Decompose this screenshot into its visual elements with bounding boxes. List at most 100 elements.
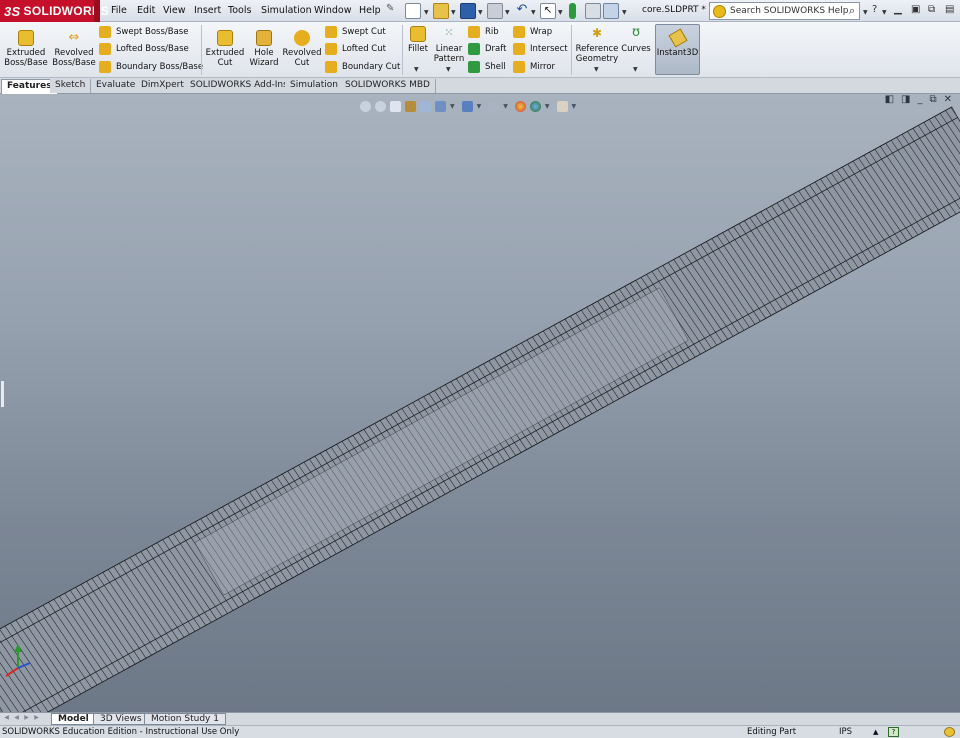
undo-dropdown-arrow[interactable]: ▼ (531, 9, 536, 16)
tab-simulation[interactable]: Simulation (285, 79, 344, 93)
extruded-boss-button[interactable]: Extruded Boss/Base (4, 30, 48, 68)
revolved-cut-button[interactable]: Revolved Cut (282, 30, 322, 68)
draft-button[interactable]: Draft (468, 42, 506, 56)
graphics-area[interactable]: ▼ ▼ ▼ ▼ ▼ ◧ ◨ _ ⧉ ✕ (0, 94, 960, 712)
restore-icon[interactable]: ▣ (911, 4, 920, 15)
swept-boss-button[interactable]: Swept Boss/Base (99, 25, 188, 39)
tile-icon[interactable]: ⧉ (928, 4, 935, 15)
options-dropdown-arrow[interactable]: ▼ (622, 9, 627, 16)
rib-button[interactable]: Rib (468, 25, 499, 39)
select-dropdown-arrow[interactable]: ▼ (558, 9, 563, 16)
menu-insert[interactable]: Insert (194, 5, 221, 16)
hide-show-dropdown[interactable]: ▼ (503, 103, 508, 110)
intersect-button[interactable]: Intersect (513, 42, 568, 56)
options-icon[interactable] (603, 3, 619, 19)
tab-addins[interactable]: SOLIDWORKS Add-Ins (185, 79, 294, 93)
file-properties-icon[interactable] (585, 3, 601, 19)
view-settings-icon[interactable] (556, 100, 568, 112)
solidworks-logo[interactable]: 3S SOLIDWORKS (0, 0, 109, 22)
help-icon[interactable]: ? (888, 727, 899, 737)
fillet-dropdown-arrow[interactable]: ▼ (414, 66, 419, 73)
tab-3d-views[interactable]: 3D Views (93, 713, 149, 725)
boundary-boss-button[interactable]: Boundary Boss/Base (99, 60, 203, 74)
zoom-to-area-icon[interactable] (375, 100, 386, 112)
hide-show-items-icon[interactable] (488, 100, 500, 112)
viewport-minimize-icon[interactable]: _ (917, 94, 922, 105)
view-settings-dropdown[interactable]: ▼ (572, 103, 577, 110)
menu-view[interactable]: View (163, 5, 186, 16)
first-tab-arrow[interactable]: ◀ (2, 714, 11, 724)
view-orientation-icon[interactable] (435, 100, 446, 112)
magnifier-icon[interactable]: ⌕ (849, 4, 855, 18)
curves-button[interactable]: ʊ Curves (621, 26, 651, 55)
hole-wizard-button[interactable]: Hole Wizard (246, 30, 282, 68)
lofted-cut-button[interactable]: Lofted Cut (325, 42, 386, 56)
lofted-boss-button[interactable]: Lofted Boss/Base (99, 42, 189, 56)
previous-view-icon[interactable] (390, 100, 401, 112)
minimize-icon[interactable]: ▁ (894, 4, 902, 15)
next-tab-arrow[interactable]: ▶ (22, 714, 31, 724)
wrap-button[interactable]: Wrap (513, 25, 552, 39)
curves-dropdown-arrow[interactable]: ▼ (633, 66, 638, 73)
extruded-cut-button[interactable]: Extruded Cut (204, 30, 246, 68)
apply-scene-icon[interactable] (529, 100, 541, 112)
print-icon[interactable] (487, 3, 503, 19)
viewport-single-icon[interactable]: ◨ (901, 94, 910, 105)
open-icon[interactable] (433, 3, 449, 19)
viewport-split-icon[interactable]: ◧ (885, 94, 894, 105)
print-dropdown-arrow[interactable]: ▼ (505, 9, 510, 16)
menu-tools[interactable]: Tools (228, 5, 251, 16)
reference-geometry-button[interactable]: ✱ Reference Geometry (575, 26, 619, 64)
question-icon[interactable]: ? (872, 4, 877, 15)
open-dropdown-arrow[interactable]: ▼ (451, 9, 456, 16)
new-dropdown-arrow[interactable]: ▼ (424, 9, 429, 16)
section-view-icon[interactable] (405, 100, 416, 112)
pattern-dropdown-arrow[interactable]: ▼ (446, 66, 451, 73)
save-icon[interactable] (460, 3, 476, 19)
feature-manager-handle[interactable] (0, 380, 5, 408)
new-document-icon[interactable] (405, 3, 421, 19)
undo-icon[interactable]: ↶ (514, 3, 530, 19)
fillet-button[interactable]: Fillet (405, 26, 431, 54)
boundary-cut-button[interactable]: Boundary Cut (325, 60, 400, 74)
view-orientation-dropdown[interactable]: ▼ (450, 103, 455, 110)
menu-file[interactable]: File (111, 5, 127, 16)
revolved-boss-button[interactable]: ⇔ Revolved Boss/Base (52, 30, 96, 68)
tab-model[interactable]: Model (51, 713, 96, 725)
mirror-button[interactable]: Mirror (513, 60, 555, 74)
close-icon[interactable]: ▤ (945, 4, 954, 15)
edit-appearance-icon[interactable] (514, 100, 526, 112)
scene-dropdown[interactable]: ▼ (545, 103, 550, 110)
rebuild-icon[interactable] (569, 3, 576, 19)
reference-dropdown-arrow[interactable]: ▼ (594, 66, 599, 73)
shell-button[interactable]: Shell (468, 60, 506, 74)
tab-dimxpert[interactable]: DimXpert (136, 79, 190, 93)
pin-icon[interactable]: ✎ (386, 3, 398, 19)
prev-tab-arrow[interactable]: ◀ (12, 714, 21, 724)
tab-evaluate[interactable]: Evaluate (91, 79, 142, 93)
menu-window[interactable]: Window (314, 5, 351, 16)
unit-system[interactable]: IPS (839, 727, 852, 737)
dynamic-annotation-icon[interactable] (420, 100, 431, 112)
search-help-input[interactable]: Search SOLIDWORKS Help ⌕ (709, 2, 860, 20)
menu-help[interactable]: Help (359, 5, 381, 16)
display-style-icon[interactable] (461, 100, 473, 112)
swept-cut-button[interactable]: Swept Cut (325, 25, 386, 39)
tab-motion-study[interactable]: Motion Study 1 (144, 713, 226, 725)
rebuild-status-icon[interactable] (944, 727, 955, 737)
viewport-restore-icon[interactable]: ⧉ (929, 94, 936, 105)
menu-simulation[interactable]: Simulation (261, 5, 312, 16)
help-dropdown-arrow[interactable]: ▼ (882, 9, 887, 16)
tab-sketch[interactable]: Sketch (50, 79, 92, 93)
last-tab-arrow[interactable]: ▶ (32, 714, 41, 724)
units-arrow-icon[interactable]: ▲ (873, 728, 878, 736)
search-dropdown-arrow[interactable]: ▼ (863, 9, 868, 16)
menu-edit[interactable]: Edit (137, 5, 155, 16)
linear-pattern-button[interactable]: ⁙ Linear Pattern (432, 26, 466, 64)
zoom-to-fit-icon[interactable] (360, 100, 371, 112)
select-icon[interactable]: ↖ (540, 3, 556, 19)
save-dropdown-arrow[interactable]: ▼ (478, 9, 483, 16)
instant3d-button[interactable]: Instant3D (655, 24, 700, 75)
display-style-dropdown[interactable]: ▼ (477, 103, 482, 110)
tab-mbd[interactable]: SOLIDWORKS MBD (340, 79, 436, 93)
